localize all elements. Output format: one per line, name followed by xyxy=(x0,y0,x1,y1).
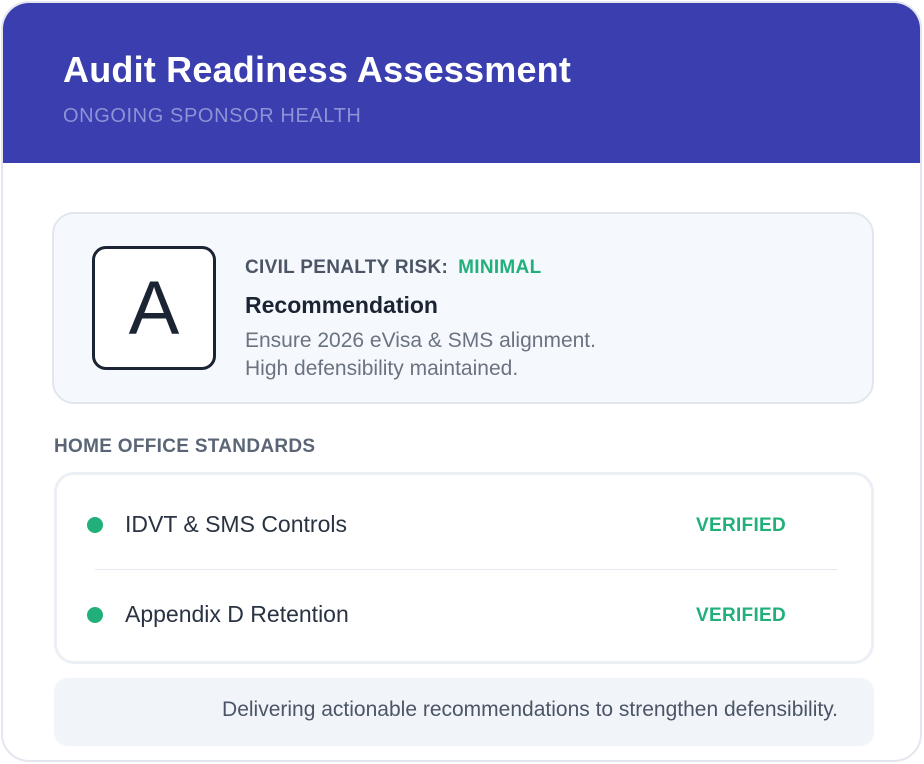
risk-value-badge: MINIMAL xyxy=(458,257,542,278)
standard-label: Appendix D Retention xyxy=(125,601,349,627)
grade-panel: A CIVIL PENALTY RISK: MINIMAL Recommendat… xyxy=(52,212,874,404)
recommendation-text: Ensure 2026 eVisa & SMS alignment. High … xyxy=(245,327,596,383)
list-item: Appendix D Retention VERIFIED xyxy=(57,585,871,645)
divider xyxy=(95,569,837,570)
standards-list: IDVT & SMS Controls VERIFIED Appendix D … xyxy=(54,472,874,664)
status-badge: VERIFIED xyxy=(696,515,787,536)
status-dot-icon xyxy=(87,607,103,623)
audit-readiness-card: Audit Readiness Assessment ONGOING SPONS… xyxy=(1,1,922,762)
grade-letter-box: A xyxy=(92,246,216,370)
recommendation-title: Recommendation xyxy=(245,292,438,318)
page-title: Audit Readiness Assessment xyxy=(63,49,572,90)
risk-line: CIVIL PENALTY RISK: MINIMAL xyxy=(245,257,542,279)
standard-label: IDVT & SMS Controls xyxy=(125,511,347,537)
standards-section-label: HOME OFFICE STANDARDS xyxy=(54,436,316,457)
risk-label: CIVIL PENALTY RISK: xyxy=(245,257,449,278)
status-badge: VERIFIED xyxy=(696,605,787,626)
footer-note: Delivering actionable recommendations to… xyxy=(54,678,874,746)
recommendation-line: Ensure 2026 eVisa & SMS alignment. xyxy=(245,329,596,352)
page-subtitle: ONGOING SPONSOR HEALTH xyxy=(63,105,362,127)
list-item: IDVT & SMS Controls VERIFIED xyxy=(57,495,871,555)
footer-text: Delivering actionable recommendations to… xyxy=(222,698,838,721)
status-dot-icon xyxy=(87,517,103,533)
recommendation-line: High defensibility maintained. xyxy=(245,357,519,380)
card-header: Audit Readiness Assessment ONGOING SPONS… xyxy=(3,3,920,163)
